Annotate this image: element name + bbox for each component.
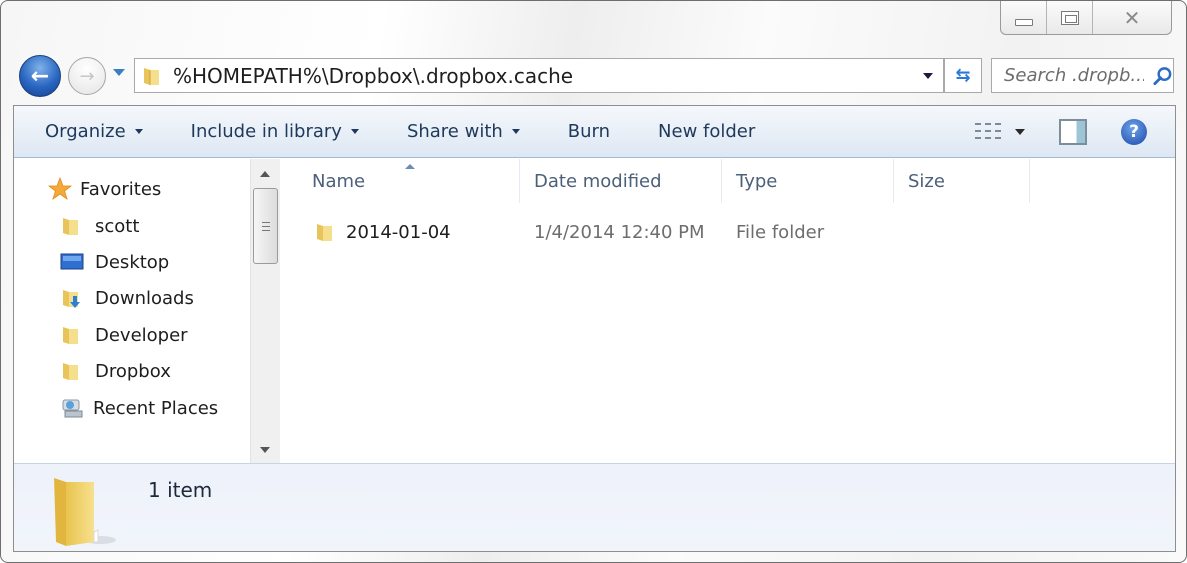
folder-icon xyxy=(63,327,78,344)
explorer-content: Organize Include in library Share with B… xyxy=(13,105,1176,552)
help-glyph: ? xyxy=(1129,122,1139,142)
navigation-pane: Favorites scott Desktop Downloads Develo… xyxy=(14,159,250,463)
search-input[interactable] xyxy=(1004,65,1144,86)
desktop-icon xyxy=(60,253,84,270)
new-folder-label: New folder xyxy=(658,121,756,142)
file-date-cell: 1/4/2014 12:40 PM xyxy=(534,214,705,250)
column-header-label: Name xyxy=(312,170,366,192)
help-icon[interactable]: ? xyxy=(1121,119,1147,145)
search-box[interactable] xyxy=(991,58,1174,93)
nav-item-dropbox[interactable]: Dropbox xyxy=(60,356,171,386)
address-path[interactable]: %HOMEPATH%\Dropbox\.dropbox.cache xyxy=(173,64,913,88)
forward-arrow-icon: → xyxy=(79,65,95,87)
caret-down-icon xyxy=(350,129,359,134)
folder-icon xyxy=(63,363,78,380)
share-with-label: Share with xyxy=(406,121,503,142)
scrollbar-thumb[interactable] xyxy=(253,188,278,264)
column-header-label: Date modified xyxy=(534,170,662,192)
minimize-icon xyxy=(1014,19,1033,26)
close-button[interactable]: ✕ xyxy=(1093,1,1171,34)
grip-icon xyxy=(261,221,270,231)
file-name-cell: 2014-01-04 xyxy=(314,214,451,250)
nav-item-label: Developer xyxy=(95,324,188,346)
back-button[interactable]: ← xyxy=(19,55,61,97)
back-arrow-icon: ← xyxy=(30,63,50,89)
maximize-icon xyxy=(1060,10,1079,25)
details-pane: 1 item xyxy=(14,463,1175,551)
view-options-dropdown[interactable] xyxy=(1015,129,1025,135)
command-bar: Organize Include in library Share with B… xyxy=(14,106,1175,158)
file-row[interactable]: 2014-01-04 1/4/2014 12:40 PM File folder xyxy=(280,214,1040,250)
column-header-name[interactable]: Name xyxy=(298,159,520,203)
scroll-down-arrow-icon[interactable] xyxy=(260,447,270,453)
column-header-date-modified[interactable]: Date modified xyxy=(520,159,722,203)
new-folder-button[interactable]: New folder xyxy=(643,121,770,142)
chevron-down-icon xyxy=(923,72,933,79)
file-name: 2014-01-04 xyxy=(346,221,451,243)
folder-icon xyxy=(63,218,78,235)
minimize-button[interactable] xyxy=(1001,1,1047,34)
address-history-dropdown[interactable] xyxy=(913,59,943,92)
file-type-cell: File folder xyxy=(736,214,824,250)
caret-down-icon xyxy=(134,129,143,134)
burn-label: Burn xyxy=(567,121,611,142)
file-list: Name Date modified Type Size 2014-01-04 … xyxy=(280,159,1176,463)
folder-icon xyxy=(317,224,332,241)
nav-pane-scrollbar[interactable] xyxy=(250,159,280,463)
star-icon xyxy=(48,177,72,201)
nav-item-label: Downloads xyxy=(95,287,194,309)
recent-locations-dropdown[interactable] xyxy=(113,69,125,76)
scroll-up-arrow-icon[interactable] xyxy=(260,171,270,177)
caret-down-icon xyxy=(511,129,520,134)
include-in-library-label: Include in library xyxy=(190,121,342,142)
downloads-folder-icon xyxy=(63,290,80,308)
refresh-icon: ⇆ xyxy=(955,65,971,86)
change-view-icon[interactable] xyxy=(975,123,1001,141)
recent-places-icon xyxy=(62,399,83,418)
column-header-label: Type xyxy=(736,170,778,192)
nav-item-label: Favorites xyxy=(80,178,162,200)
nav-item-label: Recent Places xyxy=(93,397,219,419)
caption-buttons: ✕ xyxy=(1000,1,1172,35)
nav-item-desktop[interactable]: Desktop xyxy=(60,247,169,277)
file-type: File folder xyxy=(736,221,825,243)
include-in-library-menu[interactable]: Include in library xyxy=(176,121,374,142)
nav-item-scott[interactable]: scott xyxy=(60,211,139,241)
burn-button[interactable]: Burn xyxy=(553,121,625,142)
item-count: 1 item xyxy=(148,478,213,502)
nav-item-label: Desktop xyxy=(95,251,170,273)
column-header-size[interactable]: Size xyxy=(894,159,1030,203)
nav-item-favorites[interactable]: Favorites xyxy=(48,174,161,204)
toolbar-right: ? xyxy=(975,106,1175,158)
explorer-window: ✕ ← → %HOMEPATH%\Dropbox\.dropbox.cache … xyxy=(0,0,1187,563)
share-with-menu[interactable]: Share with xyxy=(392,121,535,142)
nav-item-label: scott xyxy=(95,215,140,237)
forward-button[interactable]: → xyxy=(68,57,106,95)
organize-menu[interactable]: Organize xyxy=(30,121,158,142)
organize-label: Organize xyxy=(45,121,126,142)
refresh-button[interactable]: ⇆ xyxy=(944,58,982,93)
search-icon[interactable] xyxy=(1152,65,1173,87)
maximize-button[interactable] xyxy=(1047,1,1093,34)
close-icon: ✕ xyxy=(1123,5,1141,30)
nav-item-downloads[interactable]: Downloads xyxy=(60,283,194,313)
preview-pane-icon[interactable] xyxy=(1059,119,1087,145)
nav-item-recent-places[interactable]: Recent Places xyxy=(60,393,218,423)
file-date-modified: 1/4/2014 12:40 PM xyxy=(534,221,705,243)
folder-large-icon xyxy=(54,478,116,546)
nav-item-label: Dropbox xyxy=(95,360,171,382)
column-header-label: Size xyxy=(908,170,945,192)
folder-icon xyxy=(144,67,159,85)
column-header-type[interactable]: Type xyxy=(722,159,894,203)
nav-item-developer[interactable]: Developer xyxy=(60,320,188,350)
address-bar[interactable]: %HOMEPATH%\Dropbox\.dropbox.cache xyxy=(134,58,944,93)
